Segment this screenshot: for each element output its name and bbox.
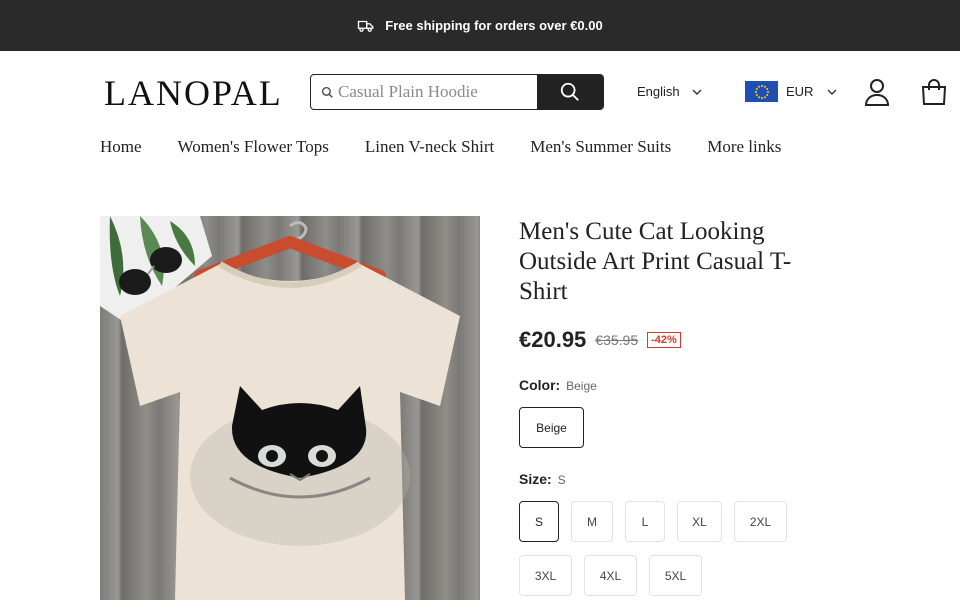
nav-item-womens-flower-tops[interactable]: Women's Flower Tops <box>178 137 329 157</box>
announcement-bar: Free shipping for orders over €0.00 <box>0 0 960 51</box>
currency-selector[interactable]: EUR <box>745 81 837 102</box>
search-icon <box>321 86 333 98</box>
search-icon <box>560 82 579 101</box>
size-option-2xl[interactable]: 2XL <box>734 501 787 542</box>
product-title: Men's Cute Cat Looking Outside Art Print… <box>519 218 792 305</box>
color-label: Color: Beige <box>519 377 597 393</box>
language-label: English <box>637 84 680 99</box>
search-field-wrapper <box>311 75 537 109</box>
nav-item-mens-summer-suits[interactable]: Men's Summer Suits <box>530 137 671 157</box>
eu-flag-icon <box>745 81 778 102</box>
color-option-beige[interactable]: Beige <box>519 407 584 448</box>
nav-item-home[interactable]: Home <box>100 137 142 157</box>
announcement-text: Free shipping for orders over €0.00 <box>385 18 603 33</box>
color-selected-value: Beige <box>566 379 597 393</box>
store-logo[interactable]: LANOPAL <box>104 72 283 114</box>
nav-item-linen-v-neck-shirt[interactable]: Linen V-neck Shirt <box>365 137 494 157</box>
size-option-3xl[interactable]: 3XL <box>519 555 572 596</box>
truck-icon <box>358 20 374 32</box>
compare-price: €35.95 <box>595 332 639 348</box>
size-option-xl[interactable]: XL <box>677 501 722 542</box>
sale-price: €20.95 <box>519 327 587 352</box>
main-nav: Home Women's Flower Tops Linen V-neck Sh… <box>100 137 781 157</box>
chevron-down-icon <box>692 89 702 95</box>
t-shirt <box>120 261 460 600</box>
language-selector[interactable]: English <box>637 84 702 99</box>
search-bar <box>310 74 604 110</box>
price-row: €20.95 €35.95 -42% <box>519 327 681 353</box>
size-label-text: Size: <box>519 471 552 487</box>
size-option-l[interactable]: L <box>625 501 665 542</box>
size-selected-value: S <box>557 473 566 487</box>
size-option-s[interactable]: S <box>519 501 559 542</box>
size-option-4xl[interactable]: 4XL <box>584 555 637 596</box>
size-label: Size: S <box>519 471 566 487</box>
currency-label: EUR <box>786 84 814 99</box>
cart-icon[interactable] <box>920 78 948 111</box>
discount-badge: -42% <box>647 332 681 348</box>
nav-item-more-links[interactable]: More links <box>707 137 781 157</box>
size-option-5xl[interactable]: 5XL <box>649 555 702 596</box>
size-option-m[interactable]: M <box>571 501 613 542</box>
color-label-text: Color: <box>519 377 561 393</box>
search-button[interactable] <box>537 75 603 109</box>
product-image[interactable] <box>100 216 480 600</box>
chevron-down-icon <box>827 89 837 95</box>
account-icon[interactable] <box>864 78 890 111</box>
search-input[interactable] <box>338 82 528 102</box>
